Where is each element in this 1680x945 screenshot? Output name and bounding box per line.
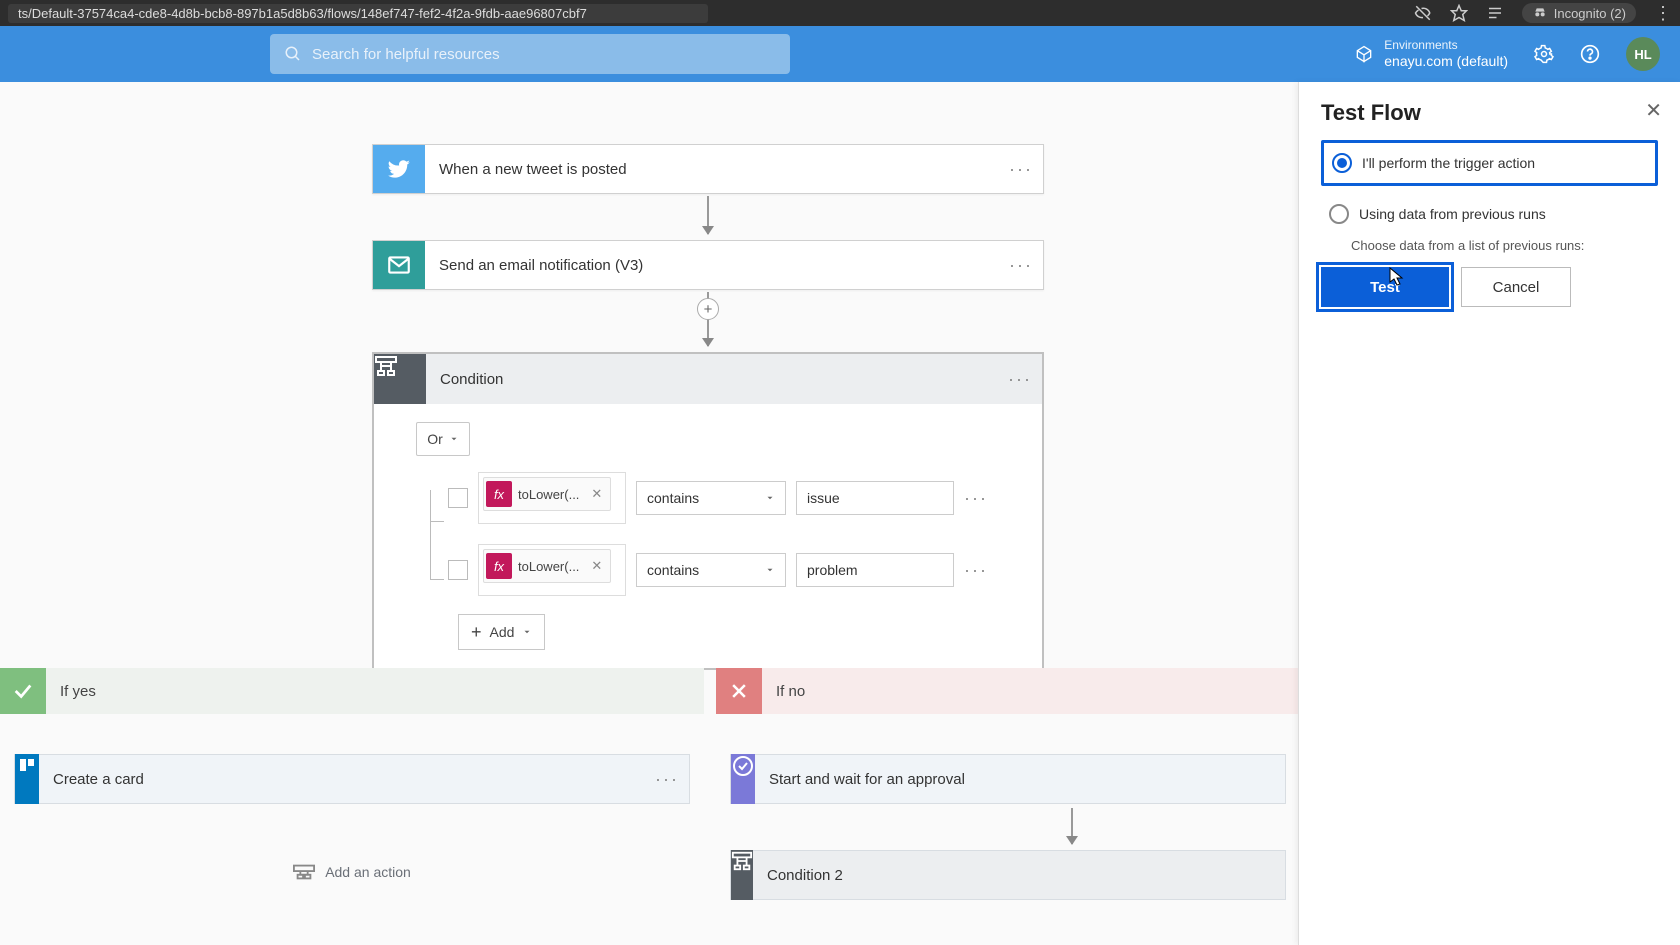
card-menu-icon[interactable]: ··· bbox=[998, 369, 1042, 390]
trigger-card[interactable]: When a new tweet is posted ··· bbox=[372, 144, 1044, 194]
trello-icon bbox=[15, 754, 39, 804]
group-operator-label: Or bbox=[427, 431, 443, 447]
card-menu-icon[interactable]: ··· bbox=[999, 255, 1043, 276]
add-step-button[interactable]: + bbox=[697, 298, 719, 320]
eye-off-icon[interactable] bbox=[1414, 4, 1432, 22]
search-input[interactable] bbox=[312, 46, 776, 63]
approval-icon bbox=[731, 754, 755, 804]
radio-option-perform-trigger[interactable]: I'll perform the trigger action bbox=[1321, 140, 1658, 186]
add-action-button[interactable]: Add an action bbox=[0, 864, 704, 880]
if-no-branch: If no Start and wait for an approval Con… bbox=[716, 668, 1300, 900]
operator-label: contains bbox=[647, 562, 699, 578]
row-checkbox[interactable] bbox=[448, 560, 468, 580]
trigger-title: When a new tweet is posted bbox=[425, 161, 999, 178]
row-checkbox[interactable] bbox=[448, 488, 468, 508]
card-menu-icon[interactable]: ··· bbox=[645, 769, 689, 790]
radio-label: I'll perform the trigger action bbox=[1362, 155, 1535, 171]
email-action-card[interactable]: Send an email notification (V3) ··· bbox=[372, 240, 1044, 290]
settings-icon[interactable] bbox=[1534, 44, 1554, 64]
plus-icon: + bbox=[471, 622, 482, 643]
operator-label: contains bbox=[647, 490, 699, 506]
group-operator-dropdown[interactable]: Or bbox=[416, 422, 470, 456]
test-flow-panel: Test Flow ✕ I'll perform the trigger act… bbox=[1298, 82, 1680, 945]
environment-picker[interactable]: Environments enayu.com (default) bbox=[1354, 38, 1508, 69]
operator-dropdown[interactable]: contains bbox=[636, 481, 786, 515]
expression-field[interactable]: fx toLower(... ✕ bbox=[478, 472, 626, 524]
close-panel-icon[interactable]: ✕ bbox=[1645, 98, 1662, 123]
condition-title: Condition bbox=[426, 371, 998, 388]
operator-dropdown[interactable]: contains bbox=[636, 553, 786, 587]
if-no-label: If no bbox=[762, 668, 1300, 714]
browser-chrome: ts/Default-37574ca4-cde8-4d8b-bcb8-897b1… bbox=[0, 0, 1680, 26]
condition2-card[interactable]: Condition 2 bbox=[730, 850, 1286, 900]
tree-connector bbox=[430, 514, 444, 580]
approval-action[interactable]: Start and wait for an approval bbox=[730, 754, 1286, 804]
chevron-down-icon bbox=[449, 434, 459, 444]
radio-option-previous-runs[interactable]: Using data from previous runs bbox=[1321, 194, 1658, 234]
arrow-connector bbox=[707, 196, 709, 234]
chevron-down-icon bbox=[765, 493, 775, 503]
condition-icon bbox=[374, 354, 426, 404]
test-button[interactable]: Test bbox=[1321, 267, 1449, 307]
cancel-button[interactable]: Cancel bbox=[1461, 267, 1571, 307]
chevron-down-icon bbox=[765, 565, 775, 575]
add-condition-button[interactable]: + Add bbox=[458, 614, 545, 650]
incognito-badge[interactable]: Incognito (2) bbox=[1522, 3, 1636, 23]
row-menu-icon[interactable]: ··· bbox=[964, 488, 988, 509]
create-card-title: Create a card bbox=[39, 771, 645, 788]
value-input[interactable] bbox=[796, 553, 954, 587]
condition-card[interactable]: Condition ··· Or fx toLower(... ✕ co bbox=[372, 352, 1044, 670]
chevron-down-icon bbox=[522, 627, 532, 637]
mail-icon bbox=[373, 241, 425, 289]
expression-field[interactable]: fx toLower(... ✕ bbox=[478, 544, 626, 596]
search-icon bbox=[284, 45, 302, 63]
action-icon bbox=[293, 864, 315, 880]
app-header: Environments enayu.com (default) HL bbox=[0, 26, 1680, 82]
address-bar[interactable]: ts/Default-37574ca4-cde8-4d8b-bcb8-897b1… bbox=[8, 4, 708, 23]
condition-row: fx toLower(... ✕ contains ··· bbox=[448, 472, 1042, 524]
twitter-icon bbox=[373, 145, 425, 193]
environment-label: Environments bbox=[1384, 38, 1508, 52]
remove-token-icon[interactable]: ✕ bbox=[585, 558, 608, 574]
check-icon bbox=[0, 668, 46, 714]
panel-title: Test Flow bbox=[1321, 100, 1658, 126]
card-menu-icon[interactable]: ··· bbox=[999, 159, 1043, 180]
environment-icon bbox=[1354, 44, 1374, 64]
radio-subtext: Choose data from a list of previous runs… bbox=[1351, 238, 1658, 253]
if-yes-label: If yes bbox=[46, 668, 704, 714]
approval-title: Start and wait for an approval bbox=[755, 771, 1285, 788]
user-avatar[interactable]: HL bbox=[1626, 37, 1660, 71]
radio-label: Using data from previous runs bbox=[1359, 206, 1546, 222]
add-action-label: Add an action bbox=[325, 864, 411, 880]
add-label: Add bbox=[490, 624, 515, 640]
incognito-label: Incognito (2) bbox=[1554, 6, 1626, 21]
create-card-action[interactable]: Create a card ··· bbox=[14, 754, 690, 804]
fx-icon: fx bbox=[486, 553, 512, 579]
remove-token-icon[interactable]: ✕ bbox=[585, 486, 608, 502]
row-menu-icon[interactable]: ··· bbox=[964, 560, 988, 581]
search-box[interactable] bbox=[270, 34, 790, 74]
help-icon[interactable] bbox=[1580, 44, 1600, 64]
if-yes-branch: If yes Create a card ··· Add an action bbox=[0, 668, 704, 880]
star-icon[interactable] bbox=[1450, 4, 1468, 22]
condition2-title: Condition 2 bbox=[753, 867, 1285, 884]
condition-row: fx toLower(... ✕ contains ··· bbox=[448, 544, 1042, 596]
environment-name: enayu.com (default) bbox=[1384, 53, 1508, 70]
email-title: Send an email notification (V3) bbox=[425, 257, 999, 274]
browser-menu-icon[interactable]: ⋮ bbox=[1654, 3, 1672, 24]
fx-text: toLower(... bbox=[512, 487, 585, 502]
arrow-connector bbox=[1071, 808, 1073, 844]
condition-icon bbox=[731, 850, 753, 900]
reading-list-icon[interactable] bbox=[1486, 4, 1504, 22]
fx-icon: fx bbox=[486, 481, 512, 507]
close-icon bbox=[716, 668, 762, 714]
value-input[interactable] bbox=[796, 481, 954, 515]
fx-text: toLower(... bbox=[512, 559, 585, 574]
